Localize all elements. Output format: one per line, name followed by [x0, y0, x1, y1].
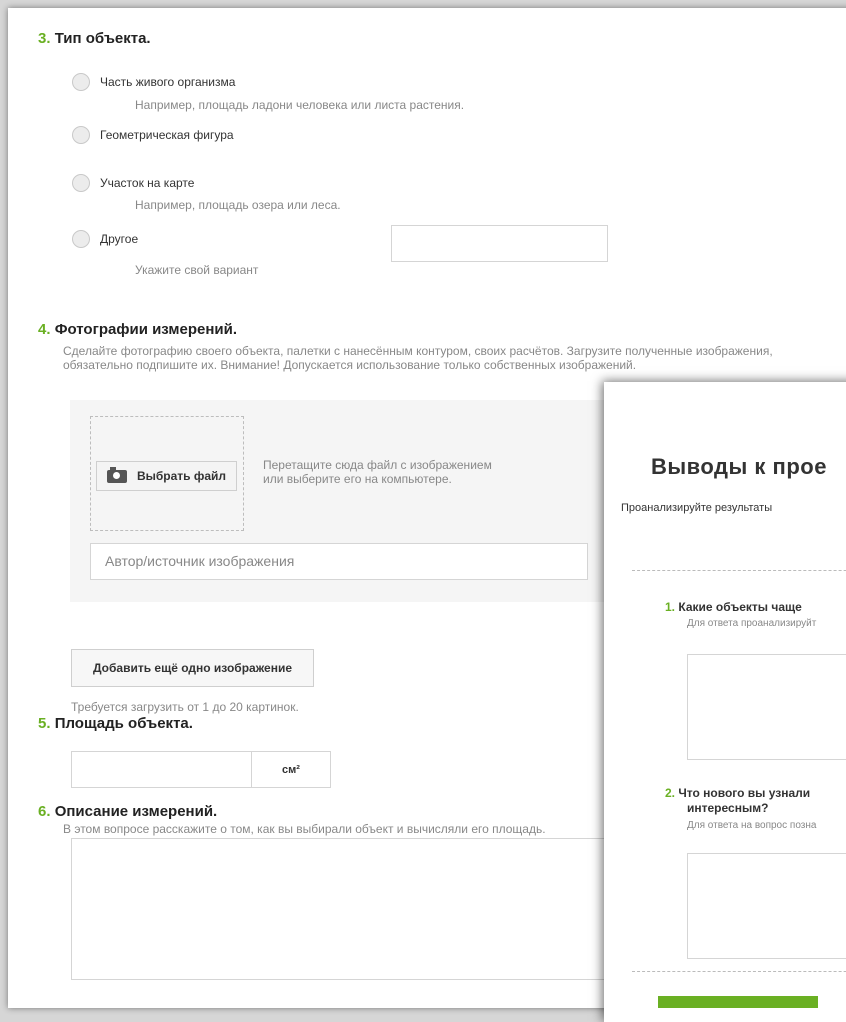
option-geometric-figure[interactable]: Геометрическая фигура [72, 126, 234, 144]
question-number: 2. [665, 786, 676, 800]
drop-instructions: Перетащите сюда файл с изображением или … [263, 458, 492, 486]
option-living-organism[interactable]: Часть живого организма [72, 73, 235, 91]
choose-file-label: Выбрать файл [136, 469, 227, 483]
question-number: 5. [38, 715, 51, 732]
image-author-input[interactable]: Автор/источник изображения [90, 543, 588, 580]
question-text: Какие объекты чаще [678, 600, 802, 614]
description-line: обязательно подпишите их. Внимание! Допу… [63, 358, 637, 372]
radio-button[interactable] [72, 126, 90, 144]
radio-button[interactable] [72, 73, 90, 91]
intro-text: Проанализируйте результаты [621, 502, 773, 514]
radio-button[interactable] [72, 230, 90, 248]
upload-requirement: Требуется загрузить от 1 до 20 картинок. [71, 700, 299, 714]
question-text: Площадь объекта. [54, 715, 193, 732]
option-label: Другое [100, 232, 139, 246]
choose-file-button[interactable]: Выбрать файл [96, 461, 237, 491]
add-image-button[interactable]: Добавить ещё одно изображение [71, 649, 314, 687]
image-upload-area: Выбрать файл Перетащите сюда файл с изоб… [70, 400, 610, 602]
question-4-title: 4. Фотографии измерений. [38, 321, 237, 338]
divider [632, 570, 846, 571]
question-text: Фотографии измерений. [54, 321, 237, 338]
question-text: Что нового вы узнали [678, 786, 811, 800]
question-number: 1. [665, 600, 676, 614]
question-2-title-line2: интересным? [687, 801, 769, 815]
dropzone[interactable]: Выбрать файл [90, 416, 244, 531]
page-title: Выводы к прое [651, 454, 827, 479]
divider [632, 971, 846, 972]
question-6-description: В этом вопросе расскажите о том, как вы … [63, 822, 546, 836]
question-6-title: 6. Описание измерений. [38, 803, 217, 820]
question-text: Описание измерений. [54, 803, 218, 820]
option-hint: Укажите свой вариант [135, 263, 259, 277]
question-number: 6. [38, 803, 51, 820]
question-hint: Для ответа на вопрос позна [687, 820, 817, 831]
option-label: Участок на карте [100, 176, 195, 190]
description-line: Сделайте фотографию своего объекта, пале… [63, 344, 773, 358]
question-text: Тип объекта. [54, 30, 151, 47]
option-label: Геометрическая фигура [100, 128, 234, 142]
submit-button[interactable] [658, 996, 818, 1008]
option-hint: Например, площадь озера или леса. [135, 198, 341, 212]
radio-button[interactable] [72, 174, 90, 192]
option-label: Часть живого организма [100, 75, 236, 89]
other-option-input[interactable] [391, 225, 608, 262]
camera-icon [106, 466, 127, 483]
measurement-description-textarea[interactable] [71, 838, 611, 980]
area-input[interactable]: см² [71, 751, 331, 788]
question-2-title: 2. Что нового вы узнали [665, 786, 810, 800]
conclusions-page-overlay: Выводы к прое Проанализируйте результаты… [604, 382, 846, 1022]
question-1-title: 1. Какие объекты чаще [665, 600, 802, 614]
answer-1-textarea[interactable] [687, 654, 846, 760]
question-number: 3. [38, 30, 51, 47]
question-4-description: Сделайте фотографию своего объекта, пале… [63, 344, 773, 372]
question-number: 4. [38, 321, 51, 338]
question-hint: Для ответа проанализируйт [687, 618, 817, 629]
option-hint: Например, площадь ладони человека или ли… [135, 98, 465, 112]
option-map-area[interactable]: Участок на карте [72, 174, 194, 192]
option-other[interactable]: Другое [72, 230, 138, 248]
question-3-title: 3. Тип объекта. [38, 30, 151, 47]
question-5-title: 5. Площадь объекта. [38, 715, 193, 732]
unit-label: см² [251, 752, 330, 787]
answer-2-textarea[interactable] [687, 853, 846, 959]
